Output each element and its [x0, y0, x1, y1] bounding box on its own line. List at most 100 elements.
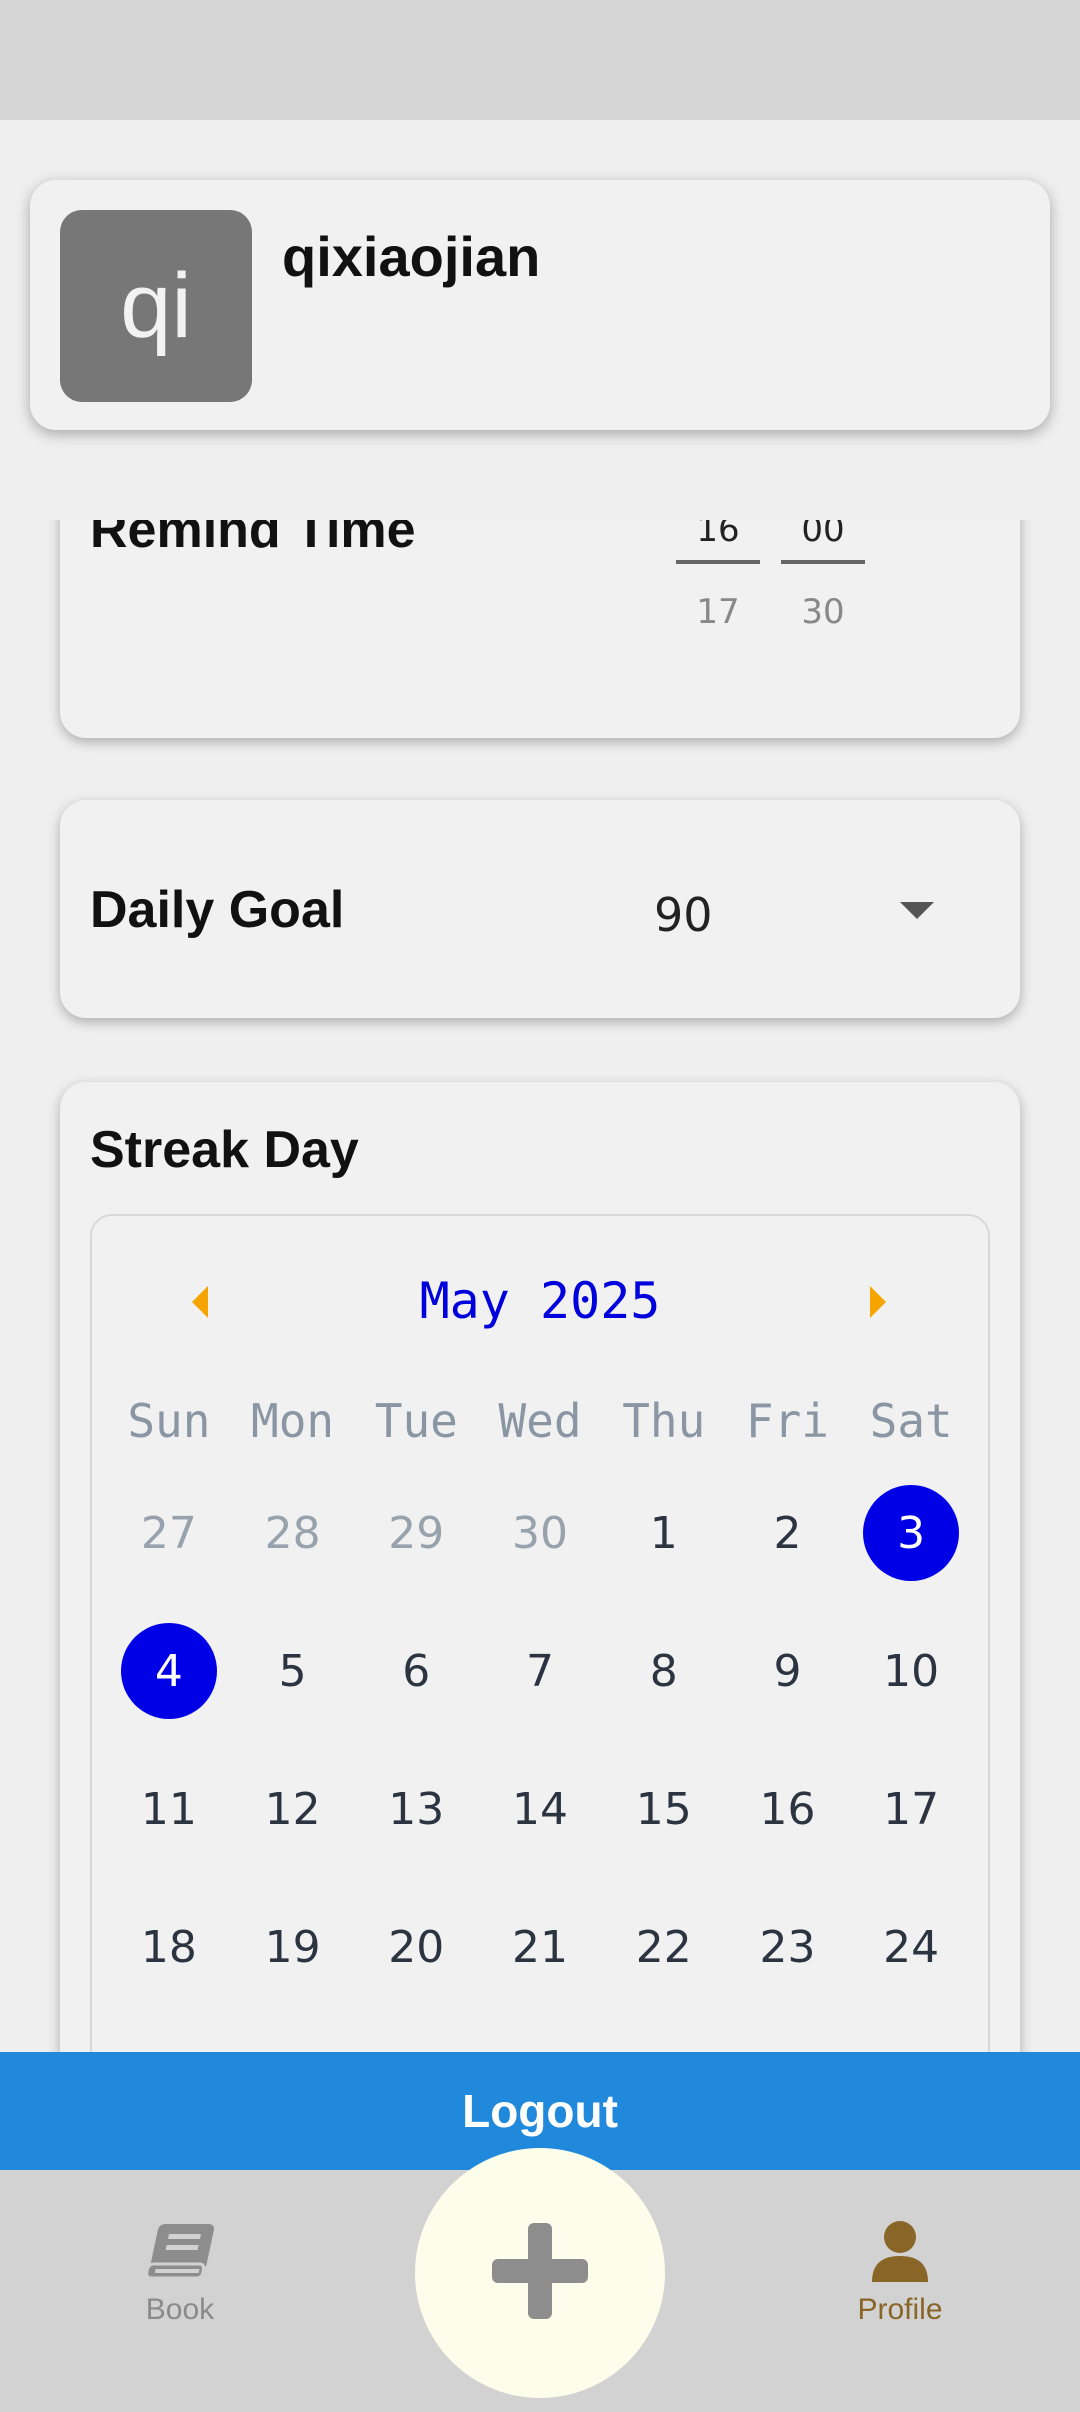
weekday-label: Fri — [745, 1394, 829, 1448]
calendar-week-row: 11 12 13 14 15 16 17 — [107, 1740, 973, 1878]
calendar-day[interactable]: 23 — [726, 1878, 850, 2016]
calendar-day[interactable]: 12 — [231, 1740, 355, 1878]
calendar-day[interactable]: 3 — [849, 1464, 973, 1602]
calendar-day[interactable]: 17 — [849, 1740, 973, 1878]
calendar-day[interactable]: 2 — [726, 1464, 850, 1602]
nav-book-label: Book — [145, 2293, 215, 2326]
calendar-day-number: 11 — [140, 1783, 197, 1835]
calendar-day-number: 28 — [264, 1507, 321, 1559]
calendar-day-number: 18 — [140, 1921, 197, 1973]
calendar-day-number: 5 — [278, 1645, 307, 1697]
status-bar — [0, 0, 1080, 120]
calendar-day[interactable]: 24 — [849, 1878, 973, 2016]
remind-time-card: Remind Time 16 17 00 30 — [60, 520, 1020, 738]
minute-current: 00 — [801, 520, 845, 550]
calendar: May 2025 Sun Mon Tue Wed Thu Fri Sat 27 28 29 30 1… — [90, 1214, 990, 2052]
username: qixiaojian — [282, 225, 541, 288]
calendar-day-number: 10 — [883, 1645, 940, 1697]
calendar-day-number: 7 — [526, 1645, 555, 1697]
hour-next[interactable]: 17 — [676, 592, 760, 632]
calendar-day[interactable]: 9 — [726, 1602, 850, 1740]
weekday-label: Mon — [251, 1394, 335, 1448]
calendar-month-title: May 2025 — [419, 1272, 661, 1330]
calendar-day[interactable]: 8 — [602, 1602, 726, 1740]
daily-goal-select[interactable]: 90 — [654, 888, 713, 942]
calendar-day[interactable]: 22 — [602, 1878, 726, 2016]
calendar-day-number: 14 — [512, 1783, 569, 1835]
weekday-header-row: Sun Mon Tue Wed Thu Fri Sat — [107, 1394, 973, 1454]
weekday-label: Sat — [869, 1394, 953, 1448]
nav-profile[interactable]: Profile — [820, 2220, 980, 2327]
calendar-day[interactable]: 19 — [231, 1878, 355, 2016]
calendar-day[interactable]: 28 — [231, 1464, 355, 1602]
calendar-day[interactable]: 20 — [354, 1878, 478, 2016]
calendar-day[interactable]: 30 — [478, 1464, 602, 1602]
dropdown-caret-icon[interactable] — [900, 902, 934, 919]
calendar-day[interactable]: 6 — [354, 1602, 478, 1740]
calendar-day[interactable]: 16 — [726, 1740, 850, 1878]
remind-time-title: Remind Time — [90, 520, 416, 559]
settings-scroll-area[interactable]: Remind Time 16 17 00 30 Daily Goal 90 St… — [0, 520, 1080, 2052]
calendar-day[interactable]: 7 — [478, 1602, 602, 1740]
calendar-day-number: 4 — [120, 1623, 217, 1719]
next-month-arrow-icon[interactable] — [870, 1286, 886, 1318]
calendar-day[interactable]: 10 — [849, 1602, 973, 1740]
add-button[interactable] — [415, 2148, 665, 2398]
calendar-week-row: 18 19 20 21 22 23 24 — [107, 1878, 973, 2016]
calendar-week-row: 27 28 29 30 1 2 3 — [107, 1464, 973, 1602]
calendar-day[interactable]: 13 — [354, 1740, 478, 1878]
weekday-label: Thu — [622, 1394, 706, 1448]
calendar-day[interactable]: 18 — [107, 1878, 231, 2016]
calendar-day-number: 12 — [264, 1783, 321, 1835]
calendar-grid: 27 28 29 30 1 2 3 4 5 6 7 8 9 10 11 12 13 14 15 16 17 18 19 20 2… — [107, 1464, 973, 2016]
calendar-day[interactable]: 11 — [107, 1740, 231, 1878]
weekday-label: Wed — [498, 1394, 582, 1448]
weekday-label: Tue — [374, 1394, 458, 1448]
calendar-day-number: 2 — [773, 1507, 802, 1559]
weekday-label: Sun — [127, 1394, 211, 1448]
hour-current: 16 — [696, 520, 740, 550]
hour-selection-line — [676, 560, 760, 564]
calendar-day[interactable]: 29 — [354, 1464, 478, 1602]
calendar-day-number: 30 — [512, 1507, 569, 1559]
calendar-day-number: 27 — [140, 1507, 197, 1559]
calendar-day-number: 23 — [759, 1921, 816, 1973]
minute-picker[interactable]: 00 30 — [781, 520, 865, 680]
calendar-day-number: 13 — [388, 1783, 445, 1835]
calendar-day[interactable]: 1 — [602, 1464, 726, 1602]
streak-day-title: Streak Day — [90, 1121, 359, 1179]
calendar-day-number: 16 — [759, 1783, 816, 1835]
calendar-day[interactable]: 14 — [478, 1740, 602, 1878]
calendar-day-number: 17 — [883, 1783, 940, 1835]
calendar-day-number: 8 — [649, 1645, 678, 1697]
profile-card: qi qixiaojian — [30, 180, 1050, 430]
streak-day-card: Streak Day May 2025 Sun Mon Tue Wed Thu Fri Sa… — [60, 1082, 1020, 2052]
calendar-day[interactable]: 21 — [478, 1878, 602, 2016]
calendar-day-number: 9 — [773, 1645, 802, 1697]
calendar-day-number: 1 — [649, 1507, 678, 1559]
calendar-day-number: 22 — [635, 1921, 692, 1973]
calendar-day-number: 19 — [264, 1921, 321, 1973]
daily-goal-card: Daily Goal 90 — [60, 800, 1020, 1018]
person-icon — [870, 2221, 930, 2286]
nav-profile-label: Profile — [857, 2293, 943, 2326]
minute-next[interactable]: 30 — [781, 592, 865, 632]
nav-book[interactable]: Book — [100, 2220, 260, 2327]
calendar-day-number: 29 — [388, 1507, 445, 1559]
calendar-day-number: 15 — [635, 1783, 692, 1835]
minute-selection-line — [781, 560, 865, 564]
calendar-day[interactable]: 5 — [231, 1602, 355, 1740]
daily-goal-title: Daily Goal — [90, 881, 345, 939]
plus-icon — [492, 2222, 588, 2324]
calendar-day-number: 21 — [512, 1921, 569, 1973]
calendar-day-number: 24 — [883, 1921, 940, 1973]
calendar-day-number: 20 — [388, 1921, 445, 1973]
calendar-day-number: 6 — [402, 1645, 431, 1697]
book-icon — [144, 2224, 216, 2286]
calendar-day[interactable]: 15 — [602, 1740, 726, 1878]
hour-picker[interactable]: 16 17 — [676, 520, 760, 680]
calendar-day[interactable]: 4 — [107, 1602, 231, 1740]
avatar[interactable]: qi — [60, 210, 252, 402]
calendar-day-number: 3 — [863, 1485, 960, 1581]
calendar-day[interactable]: 27 — [107, 1464, 231, 1602]
